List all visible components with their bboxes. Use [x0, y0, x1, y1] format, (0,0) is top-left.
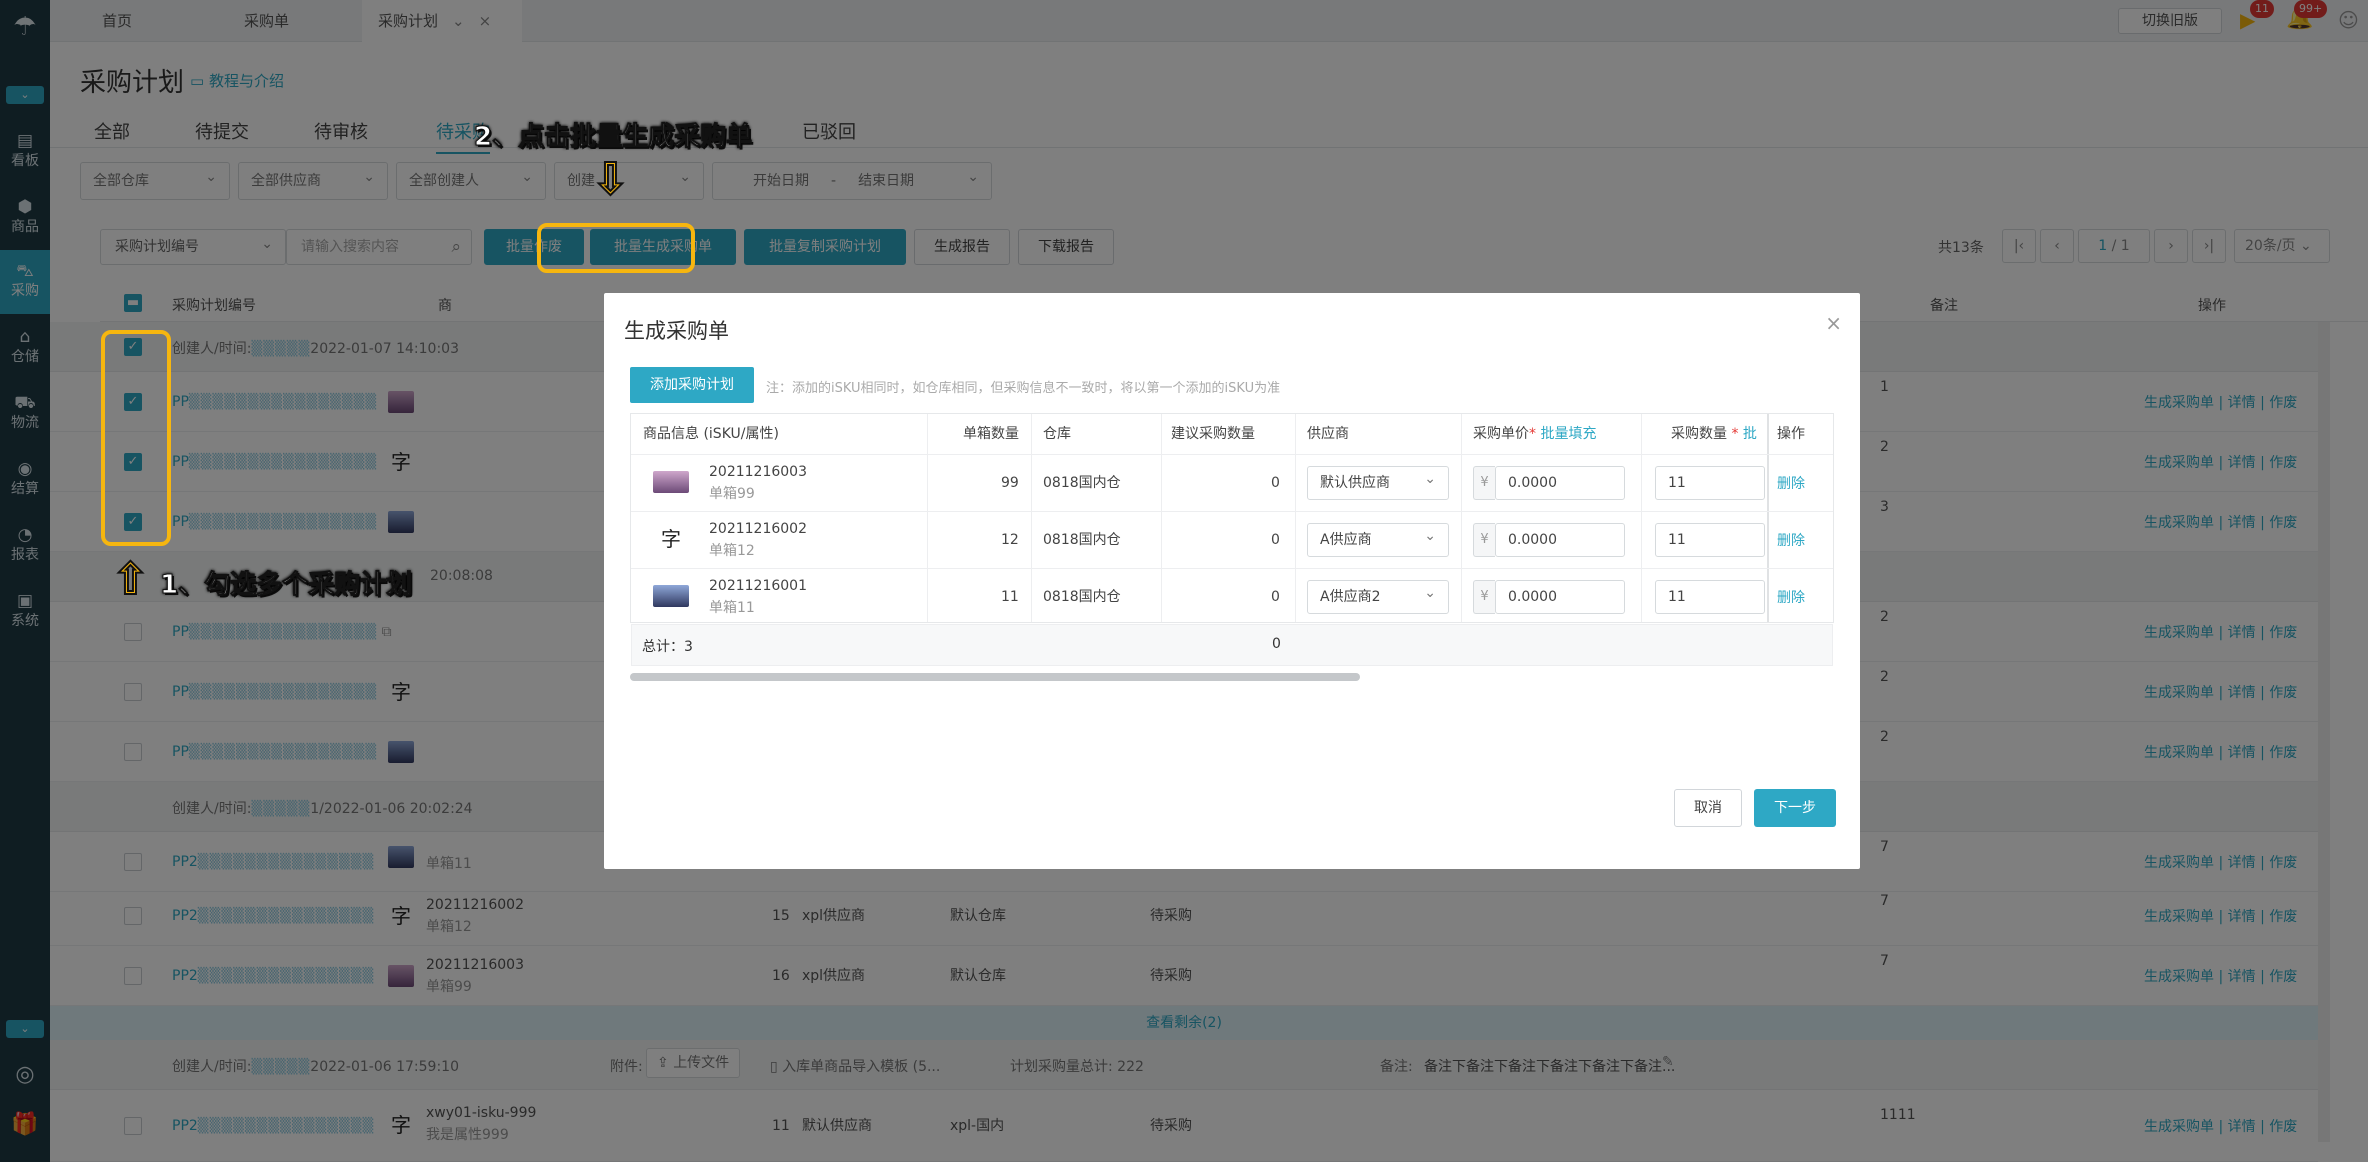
warehouse-cell: 0818国内仓	[1043, 589, 1121, 605]
batch-fill-qty-link[interactable]: 批	[1743, 426, 1757, 442]
checkbox-highlight	[101, 330, 171, 546]
col-goods-info: 商品信息 (iSKU/属性)	[643, 426, 779, 442]
supplier-select[interactable]: A供应商	[1307, 520, 1449, 557]
next-step-button[interactable]: 下一步	[1754, 789, 1836, 827]
suggest-qty-cell: 0	[1271, 589, 1280, 605]
col-suggest-qty: 建议采购数量	[1171, 426, 1255, 442]
product-thumbnail: 字	[661, 527, 681, 551]
dialog-title: 生成采购单	[624, 319, 729, 343]
sku-cell: 20211216003单箱99	[709, 464, 807, 502]
sku-cell: 20211216002单箱12	[709, 521, 807, 559]
col-supplier: 供应商	[1307, 426, 1349, 442]
col-op: 操作	[1777, 426, 1805, 442]
horizontal-scrollbar[interactable]	[630, 673, 1360, 681]
currency-prefix: ¥	[1473, 466, 1495, 500]
purchase-qty-input[interactable]: 11	[1655, 523, 1765, 557]
step2-annotation: 2、点击批量生成采购单	[473, 122, 753, 153]
col-warehouse: 仓库	[1043, 426, 1071, 442]
warehouse-cell: 0818国内仓	[1043, 475, 1121, 491]
arrow-down-icon: ⇩	[591, 154, 630, 205]
sku-cell: 20211216001 单箱11	[709, 578, 807, 616]
supplier-select[interactable]: 默认供应商	[1307, 463, 1449, 500]
purchase-qty-input[interactable]: 11	[1655, 580, 1765, 614]
supplier-select[interactable]: A供应商2	[1307, 577, 1449, 614]
col-box-qty: 单箱数量	[963, 426, 1019, 442]
dialog-note: 注：添加的iSKU相同时，如仓库相同，但采购信息不一致时，将以第一个添加的iSK…	[766, 381, 1281, 396]
delete-link[interactable]: 删除	[1777, 530, 1805, 550]
generate-po-dialog: 生成采购单 × 添加采购计划 注：添加的iSKU相同时，如仓库相同，但采购信息不…	[604, 293, 1860, 869]
cancel-button[interactable]: 取消	[1674, 789, 1742, 827]
box-qty-cell: 12	[1001, 532, 1019, 548]
dialog-row: 字 20211216002单箱12 12 0818国内仓 0 A供应商 ¥ 0.…	[631, 511, 1833, 568]
unit-price-input[interactable]: 0.0000	[1495, 580, 1625, 614]
arrow-up-icon: ⇧	[111, 554, 150, 605]
unit-price-input[interactable]: 0.0000	[1495, 523, 1625, 557]
suggest-qty-cell: 0	[1271, 475, 1280, 491]
box-qty-cell: 11	[1001, 589, 1019, 605]
delete-link[interactable]: 删除	[1777, 473, 1805, 493]
purchase-qty-input[interactable]: 11	[1655, 466, 1765, 500]
col-unit-price: 采购单价* 批量填充	[1473, 426, 1597, 442]
add-plan-button[interactable]: 添加采购计划	[630, 367, 754, 403]
currency-prefix: ¥	[1473, 580, 1495, 614]
dialog-row: 20211216001单箱11 11 0818国内仓 0 A供应商2 ¥ 0.0…	[631, 568, 1833, 622]
delete-link[interactable]: 删除	[1777, 587, 1805, 607]
close-icon[interactable]: ×	[1825, 311, 1842, 335]
button-highlight	[537, 223, 695, 273]
product-thumbnail	[653, 585, 689, 607]
currency-prefix: ¥	[1473, 523, 1495, 557]
suggest-qty-cell: 0	[1271, 532, 1280, 548]
box-qty-cell: 99	[1001, 475, 1019, 491]
product-thumbnail	[653, 471, 689, 493]
dialog-total-row: 总计：3 0	[631, 624, 1833, 666]
warehouse-cell: 0818国内仓	[1043, 532, 1121, 548]
dialog-row: 20211216003单箱99 99 0818国内仓 0 默认供应商 ¥ 0.0…	[631, 454, 1833, 511]
step1-annotation: 1、勾选多个采购计划	[159, 570, 413, 601]
dialog-table: 商品信息 (iSKU/属性) 单箱数量 仓库 建议采购数量 供应商 采购单价* …	[630, 413, 1834, 623]
batch-fill-price-link[interactable]: 批量填充	[1540, 426, 1596, 442]
col-purchase-qty: 采购数量 * 批	[1671, 426, 1757, 442]
unit-price-input[interactable]: 0.0000	[1495, 466, 1625, 500]
